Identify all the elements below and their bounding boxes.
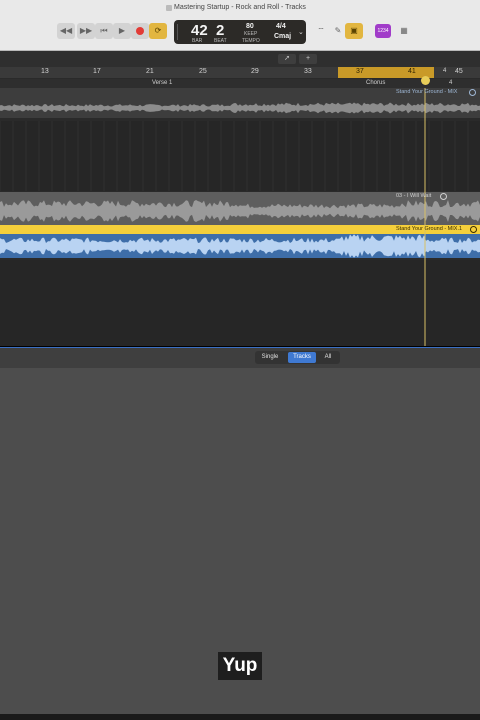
- waveform-canvas: [0, 88, 480, 346]
- play-icon: ▶: [118, 26, 126, 35]
- secondary-tool-button[interactable]: +: [299, 54, 317, 64]
- metronome-icon: ▣: [350, 26, 358, 35]
- rewind-icon: ◀◀: [59, 26, 73, 35]
- grid-button[interactable]: ▦: [395, 23, 413, 39]
- marker-lane[interactable]: Verse 1 Chorus 4: [0, 76, 480, 88]
- view-option-all[interactable]: All: [319, 352, 337, 363]
- fast-forward-button[interactable]: ▶▶: [77, 23, 95, 39]
- record-icon: [136, 27, 144, 35]
- skip-to-start-icon: ⏮: [100, 26, 108, 35]
- bar-number: 45: [455, 68, 463, 75]
- count-badge[interactable]: 1234: [375, 24, 391, 38]
- tuner-button[interactable]: ⌔: [312, 23, 330, 39]
- lcd-key: Cmaj: [274, 33, 292, 40]
- video-caption: Yup: [218, 652, 262, 680]
- loop-icon: [470, 226, 477, 233]
- loop-icon: [469, 89, 476, 96]
- bar-number: 41: [408, 68, 416, 75]
- region-label-track2: 03 - I Will Wait: [396, 193, 432, 199]
- lcd-bar-value: 42: [191, 22, 208, 39]
- grid-lines: [0, 121, 469, 191]
- marker-chorus[interactable]: Chorus: [366, 80, 385, 86]
- bar-number: 33: [304, 68, 312, 75]
- plus-icon: +: [305, 55, 311, 62]
- go-to-start-button[interactable]: ⏮: [95, 23, 113, 39]
- lcd-tempo-sub: TEMPO: [242, 38, 260, 44]
- fast-forward-icon: ▶▶: [79, 26, 93, 35]
- play-button[interactable]: ▶: [113, 23, 131, 39]
- rewind-button[interactable]: ◀◀: [57, 23, 75, 39]
- lcd-display[interactable]: 42 2 BAR BEAT 80 KEEP TEMPO 4/4 Cmaj ⌄: [174, 20, 306, 44]
- cycle-button[interactable]: ⟳: [149, 23, 167, 39]
- region-label-track3: Stand Your Ground - MIX.1: [396, 226, 463, 232]
- bar-number: 25: [199, 68, 207, 75]
- document-icon: [166, 5, 172, 11]
- time-signature-mark: 4: [449, 80, 453, 86]
- bar-ruler[interactable]: 13 17 21 25 29 33 37 41 4 45: [0, 67, 480, 79]
- window-title: Mastering Startup - Rock and Roll - Trac…: [174, 4, 306, 11]
- lcd-dropdown-icon[interactable]: ⌄: [298, 28, 304, 36]
- view-option-tracks[interactable]: Tracks: [288, 352, 316, 363]
- bar-number: 13: [41, 68, 49, 75]
- editor-header: [0, 347, 480, 368]
- playhead-handle[interactable]: [421, 76, 430, 85]
- pointer-icon: ➚: [284, 55, 290, 62]
- lcd-signature: 4/4: [276, 23, 286, 30]
- pointer-tool-button[interactable]: ➚: [278, 54, 296, 64]
- bar-number: 21: [146, 68, 154, 75]
- cycle-region[interactable]: [338, 67, 434, 78]
- pencil-icon: ✎: [334, 26, 342, 35]
- count-in-button[interactable]: ▣: [345, 23, 363, 39]
- bar-number: 29: [251, 68, 259, 75]
- lcd-tempo-label: KEEP: [244, 31, 258, 37]
- track-toolbar: [0, 51, 480, 67]
- footer-strip: [0, 714, 480, 720]
- lcd-bar-label: BAR: [192, 38, 203, 44]
- lcd-left-edge: [177, 24, 182, 40]
- view-option-single[interactable]: Single: [257, 352, 283, 363]
- bar-number: 17: [93, 68, 101, 75]
- loop-icon: [440, 193, 447, 200]
- bar-number: 37: [356, 68, 364, 75]
- record-button[interactable]: [131, 23, 149, 39]
- cycle-icon: ⟳: [154, 26, 162, 35]
- lcd-beat-label: BEAT: [214, 38, 227, 44]
- lcd-beat-value: 2: [216, 22, 225, 39]
- tuner-icon: ⌔: [317, 26, 325, 35]
- lcd-tempo: 80: [246, 23, 254, 30]
- region-label-track1: Stand Your Ground - MIX: [396, 89, 458, 95]
- time-signature-mark: 4: [443, 68, 447, 74]
- marker-verse-1[interactable]: Verse 1: [152, 80, 172, 86]
- grid-icon: ▦: [400, 26, 408, 35]
